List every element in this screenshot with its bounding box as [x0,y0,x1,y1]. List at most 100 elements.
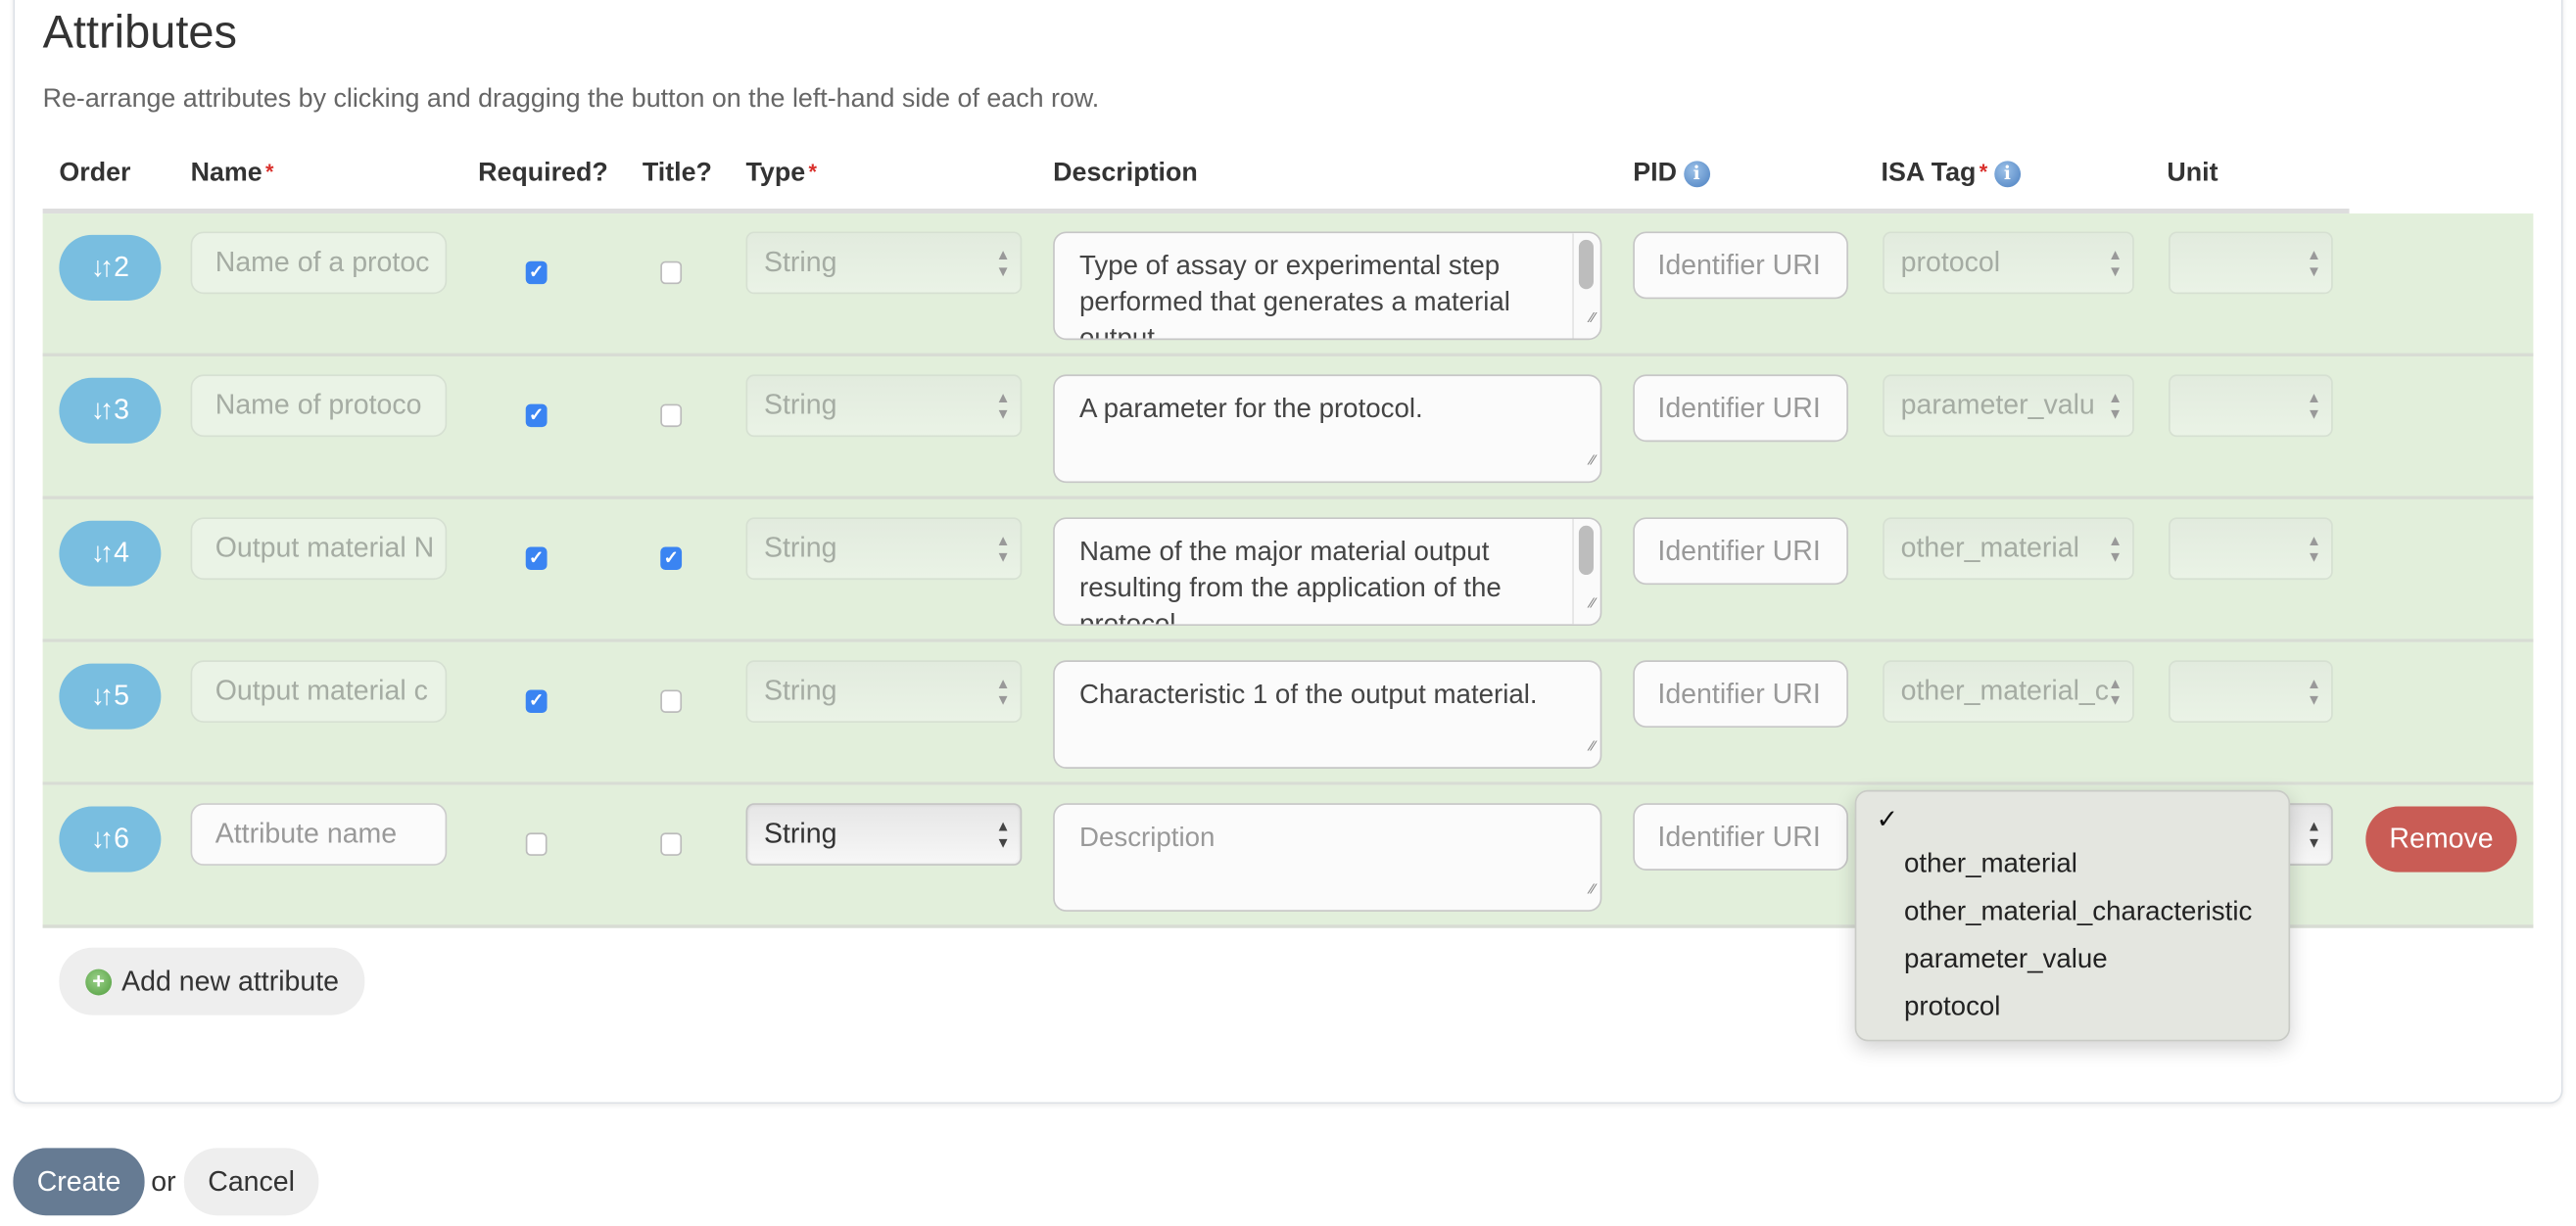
pid-input[interactable]: Identifier URI [1633,660,1848,729]
title-checkbox[interactable] [660,403,683,428]
required-checkbox[interactable]: ✓ [525,689,548,713]
pid-input[interactable]: Identifier URI [1633,517,1848,586]
isa-tag-value: parameter_valu [1900,389,2095,421]
name-input[interactable]: Output material N [190,517,448,581]
type-select[interactable]: String ▲ ▼ [745,374,1023,438]
isa-tag-select[interactable]: parameter_valu ▲ ▼ [1883,374,2134,438]
section-title: Attributes [42,6,238,58]
isa-tag-value: protocol [1900,246,2001,278]
create-button[interactable]: Create [13,1148,145,1216]
updown-caret-icon: ▲▼ [995,246,1011,280]
dropdown-option-other-material-characteristic[interactable]: other_material_characteristic [1904,897,2252,928]
name-placeholder: Output material c [215,675,428,707]
resize-grip-icon[interactable]: ⁄⁄ [1591,299,1596,335]
required-checkbox[interactable]: ✓ [525,546,548,571]
updown-caret-icon: ▲▼ [2307,818,2322,851]
updown-caret-icon: ▲▼ [995,389,1011,423]
type-select[interactable]: String ▲ ▼ [745,231,1023,295]
type-value: String [763,246,837,278]
cancel-button[interactable]: Cancel [183,1148,319,1216]
scrollbar-thumb[interactable] [1578,525,1594,576]
drag-handle-button[interactable]: ↓↑ 4 [59,520,162,587]
resize-grip-icon[interactable]: ⁄⁄ [1591,585,1596,621]
sort-arrows-icon: ↓↑ [90,394,114,426]
required-checkbox[interactable]: ✓ [525,260,548,285]
required-checkbox[interactable]: ✓ [525,403,548,428]
title-checkbox[interactable]: ✓ [660,546,683,571]
textarea-scrollbar[interactable] [1572,519,1600,625]
updown-caret-icon: ▲▼ [2307,389,2322,423]
title-checkbox[interactable] [660,260,683,285]
column-header-isa-tag: ISA Tag * i [1882,160,2021,189]
description-text: Characteristic 1 of the output material. [1078,680,1538,710]
type-select[interactable]: String ▲ ▼ [745,660,1023,724]
drag-handle-button[interactable]: ↓↑ 2 [59,234,162,301]
pid-placeholder: Identifier URI [1657,392,1821,423]
column-header-name: Name * [191,160,274,189]
name-input[interactable]: Name of protoco [190,374,448,438]
description-textarea[interactable]: Name of the major material output result… [1053,517,1602,627]
resize-grip-icon[interactable]: ⁄⁄ [1591,442,1596,478]
type-select[interactable]: String ▲ ▼ [745,517,1023,581]
type-value: String [763,818,837,850]
type-value: String [763,532,837,564]
resize-grip-icon[interactable]: ⁄⁄ [1591,871,1596,907]
name-input[interactable]: Name of a protoc [190,231,448,295]
header-label: Description [1053,159,1198,188]
dropdown-option-protocol[interactable]: protocol [1904,992,2000,1023]
title-checkbox[interactable] [660,689,683,713]
header-label: PID [1633,159,1677,188]
pid-placeholder: Identifier URI [1657,820,1821,852]
header-label: Title? [642,159,712,188]
isa-tag-select[interactable]: other_material ▲ ▼ [1883,517,2134,581]
checkmark-icon: ✓ [528,691,545,712]
unit-select[interactable]: ▲ ▼ [2169,231,2333,295]
info-icon[interactable]: i [1993,160,2021,187]
drag-handle-button[interactable]: ↓↑ 6 [59,806,162,872]
required-asterisk: * [1979,159,1988,184]
column-header-type: Type * [745,160,816,189]
order-number: 6 [114,823,130,855]
updown-caret-icon: ▲▼ [2108,675,2123,708]
description-textarea[interactable]: Characteristic 1 of the output material.… [1053,660,1602,769]
updown-caret-icon: ▲▼ [2108,532,2123,565]
description-textarea[interactable]: A parameter for the protocol. ⁄⁄ [1053,374,1602,484]
unit-select[interactable]: ▲ ▼ [2169,517,2333,581]
order-number: 2 [114,251,130,283]
dropdown-option-parameter-value[interactable]: parameter_value [1904,944,2108,975]
name-input[interactable]: Attribute name [190,803,448,866]
required-asterisk: * [808,159,817,184]
title-checkbox[interactable] [660,832,683,856]
isa-tag-select[interactable]: protocol ▲ ▼ [1883,231,2134,295]
drag-handle-button[interactable]: ↓↑ 3 [59,377,162,444]
remove-button[interactable]: Remove [2365,806,2517,872]
pid-placeholder: Identifier URI [1657,534,1821,566]
drag-handle-button[interactable]: ↓↑ 5 [59,663,162,730]
scrollbar-thumb[interactable] [1578,239,1594,290]
textarea-scrollbar[interactable] [1572,233,1600,339]
isa-tag-select[interactable]: other_material_c ▲ ▼ [1883,660,2134,724]
info-icon[interactable]: i [1683,160,1710,187]
name-placeholder: Attribute name [215,818,398,850]
required-checkbox[interactable] [525,832,548,856]
pid-input[interactable]: Identifier URI [1633,231,1848,300]
unit-select[interactable]: ▲ ▼ [2169,374,2333,438]
name-placeholder: Name of a protoc [215,246,430,278]
checkmark-icon: ✓ [528,405,545,426]
type-value: String [763,675,837,707]
description-textarea[interactable]: Type of assay or experimental step perfo… [1053,231,1602,341]
pid-input[interactable]: Identifier URI [1633,803,1848,871]
or-text: or [151,1165,176,1198]
updown-caret-icon: ▲▼ [995,818,1011,851]
plus-circle-icon: + [85,967,113,995]
dropdown-option-other-material[interactable]: other_material [1904,849,2077,880]
pid-input[interactable]: Identifier URI [1633,374,1848,443]
resize-grip-icon[interactable]: ⁄⁄ [1591,728,1596,764]
name-input[interactable]: Output material c [190,660,448,724]
description-textarea[interactable]: Description ⁄⁄ [1053,803,1602,912]
type-select[interactable]: String ▲ ▼ [745,803,1023,866]
updown-caret-icon: ▲▼ [2307,246,2322,280]
add-new-attribute-button[interactable]: + Add new attribute [59,947,365,1015]
unit-select[interactable]: ▲ ▼ [2169,660,2333,724]
sort-arrows-icon: ↓↑ [90,251,114,283]
